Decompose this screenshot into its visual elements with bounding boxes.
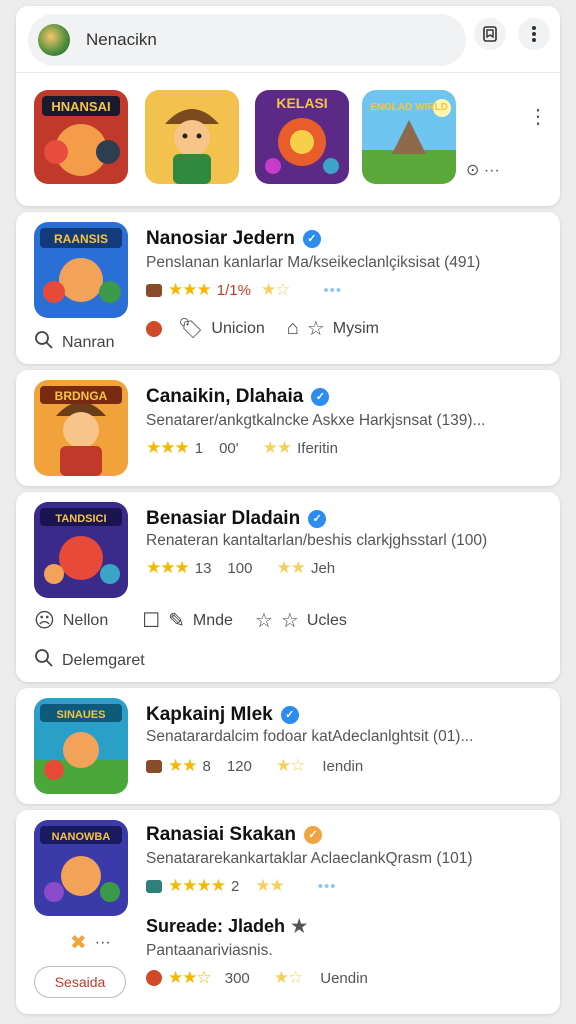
app-rating: ★★★ 1/1% ★☆ ••• — [146, 280, 342, 300]
svg-text:BRDNGA: BRDNGA — [55, 389, 108, 403]
app-description: Penslanan kanlarlar Ma/kseikeclanlçiksis… — [146, 254, 481, 271]
app-icon[interactable]: TANDSICI — [34, 502, 128, 598]
star-icon: ★★★ — [168, 280, 212, 299]
sub-description: Pantaanariviasnis. — [146, 942, 273, 959]
dots-icon: ••• — [323, 281, 343, 299]
featured-game-2[interactable] — [145, 90, 239, 184]
featured-game-4[interactable]: ENGLAD WIRLD — [362, 90, 456, 184]
app-card[interactable]: RAANSIS Nanosiar Jedern ✓ Penslanan kanla… — [16, 212, 560, 364]
action-button[interactable]: Sesaida — [34, 966, 126, 998]
app-title[interactable]: Nanosiar Jedern ✓ — [146, 228, 321, 250]
emoji-icon[interactable]: ☹ — [34, 608, 55, 633]
app-controls: ✖ ··· — [70, 930, 111, 955]
featured-game-3[interactable]: KELASI — [255, 90, 349, 184]
pen-icon[interactable]: ✎ — [168, 608, 185, 633]
search-icon[interactable] — [34, 648, 54, 674]
app-title[interactable]: Ranasiai Skakan ✓ — [146, 824, 322, 846]
search-action[interactable]: Delemgaret — [34, 648, 145, 674]
square-icon[interactable]: ☐ — [142, 608, 160, 633]
star-outline-icon[interactable]: ☆ — [255, 608, 273, 633]
app-card[interactable]: TANDSICI Benasiar Dladain ✓ Renateran kan… — [16, 492, 560, 682]
search-action[interactable]: Nanran — [34, 330, 114, 356]
star-icon: ★★ — [276, 558, 306, 577]
app-description: Senatararekankartaklar AclaeclankQrasm (… — [146, 850, 473, 867]
star-icon: ★★★ — [146, 438, 190, 457]
app-rating: ★★★ 1 00' ★★ Iferitin — [146, 438, 338, 457]
star-icon: ★★★★ — [168, 876, 226, 895]
star-icon: ★★ — [262, 438, 293, 457]
star-icon: ★★☆ — [168, 968, 212, 987]
verified-icon: ✓ — [302, 230, 321, 248]
svg-text:SINAUES: SINAUES — [57, 709, 106, 721]
rating-badge-icon — [146, 283, 162, 297]
app-logo — [38, 24, 70, 56]
star-icon: ★☆ — [275, 756, 306, 775]
rating-badge-icon — [146, 759, 162, 773]
avatar — [146, 320, 162, 337]
search-text[interactable]: Nenacikn — [86, 30, 157, 50]
app-actions: 🏷 Unicion ⌂ ☆ Mysim — [146, 316, 379, 341]
svg-text:HNANSAI: HNANSAI — [51, 99, 110, 114]
sub-rating: ★★☆ 300 ★☆ Uendin — [146, 968, 378, 988]
verified-icon: ✓ — [308, 510, 327, 528]
svg-text:NANOWBA: NANOWBA — [52, 831, 111, 843]
home-icon[interactable]: ⌂ — [287, 317, 299, 340]
app-description: Renateran kantaltarlan/beshis clarkjghss… — [146, 532, 488, 549]
star-icon: ★★ — [255, 876, 285, 895]
rating-badge-icon — [146, 970, 162, 986]
app-title[interactable]: Benasiar Dladain ✓ — [146, 508, 327, 530]
app-description: Senatarardalcim fodoar katAdeclanlghtsit… — [146, 728, 474, 745]
app-actions: ☹ Nellon ☐ ✎ Mnde ☆ ☆ Ucles — [34, 608, 347, 633]
svg-text:TANDSICI: TANDSICI — [55, 513, 106, 525]
search-icon[interactable] — [34, 330, 54, 356]
svg-text:KELASI: KELASI — [276, 95, 327, 111]
app-title[interactable]: Kapkainj Mlek ✓ — [146, 704, 299, 726]
bookmark-icon[interactable] — [474, 18, 506, 50]
star-icon: ★★ — [168, 756, 198, 775]
star-outline-icon[interactable]: ☆ — [307, 316, 325, 341]
app-card[interactable]: BRDNGA Canaikin, Dlahaia ✓ Senatarer/ankg… — [16, 370, 560, 486]
app-card[interactable]: NANOWBA Ranasiai Skakan ✓ Senatararekanka… — [16, 810, 560, 1014]
featured-controls[interactable]: ⊙ ··· — [466, 160, 500, 180]
close-icon[interactable]: ✖ — [70, 930, 87, 955]
dots-icon: ••• — [317, 877, 337, 895]
verified-icon: ✓ — [280, 706, 299, 724]
app-title[interactable]: Canaikin, Dlahaia ✓ — [146, 386, 330, 408]
tag-icon[interactable]: 🏷 — [178, 316, 203, 341]
verified-icon: ✓ — [311, 388, 330, 406]
sub-title[interactable]: Sureade: Jladeh ★ — [146, 916, 307, 937]
search-bar[interactable]: Nenacikn — [28, 14, 466, 66]
app-card[interactable]: SINAUES Kapkainj Mlek ✓ Senatarardalcim f… — [16, 688, 560, 804]
header-card: Nenacikn HNANSAI KELASI ENGLAD WIRLD ⋮ ⊙… — [16, 6, 560, 206]
app-rating: ★★★★ 2 ★★ ••• — [146, 876, 337, 896]
app-icon[interactable]: BRDNGA — [34, 380, 128, 476]
featured-more-icon[interactable]: ⋮ — [528, 104, 548, 130]
header-divider — [16, 72, 560, 73]
star-icon: ★ — [291, 916, 308, 936]
app-rating: ★★ 8 120 ★☆ Iendin — [146, 756, 373, 776]
star-icon: ★☆ — [260, 280, 291, 299]
rating-badge-icon — [146, 879, 162, 893]
featured-game-1[interactable]: HNANSAI — [34, 90, 128, 184]
svg-text:RAANSIS: RAANSIS — [54, 232, 108, 246]
app-rating: ★★★ 13 100 ★★ Jeh — [146, 558, 336, 577]
star-outline-icon[interactable]: ☆ — [281, 608, 299, 633]
star-icon: ★☆ — [273, 968, 304, 987]
verified-icon: ✓ — [303, 826, 322, 844]
star-icon: ★★★ — [146, 558, 190, 577]
more-vert-icon[interactable] — [518, 18, 550, 50]
app-description: Senatarer/ankgtkalncke Askxe Harkjsnsat … — [146, 412, 486, 429]
app-icon[interactable]: NANOWBA — [34, 820, 128, 916]
svg-text:ENGLAD WIRLD: ENGLAD WIRLD — [370, 102, 448, 113]
app-icon[interactable]: RAANSIS — [34, 222, 128, 318]
app-icon[interactable]: SINAUES — [34, 698, 128, 794]
